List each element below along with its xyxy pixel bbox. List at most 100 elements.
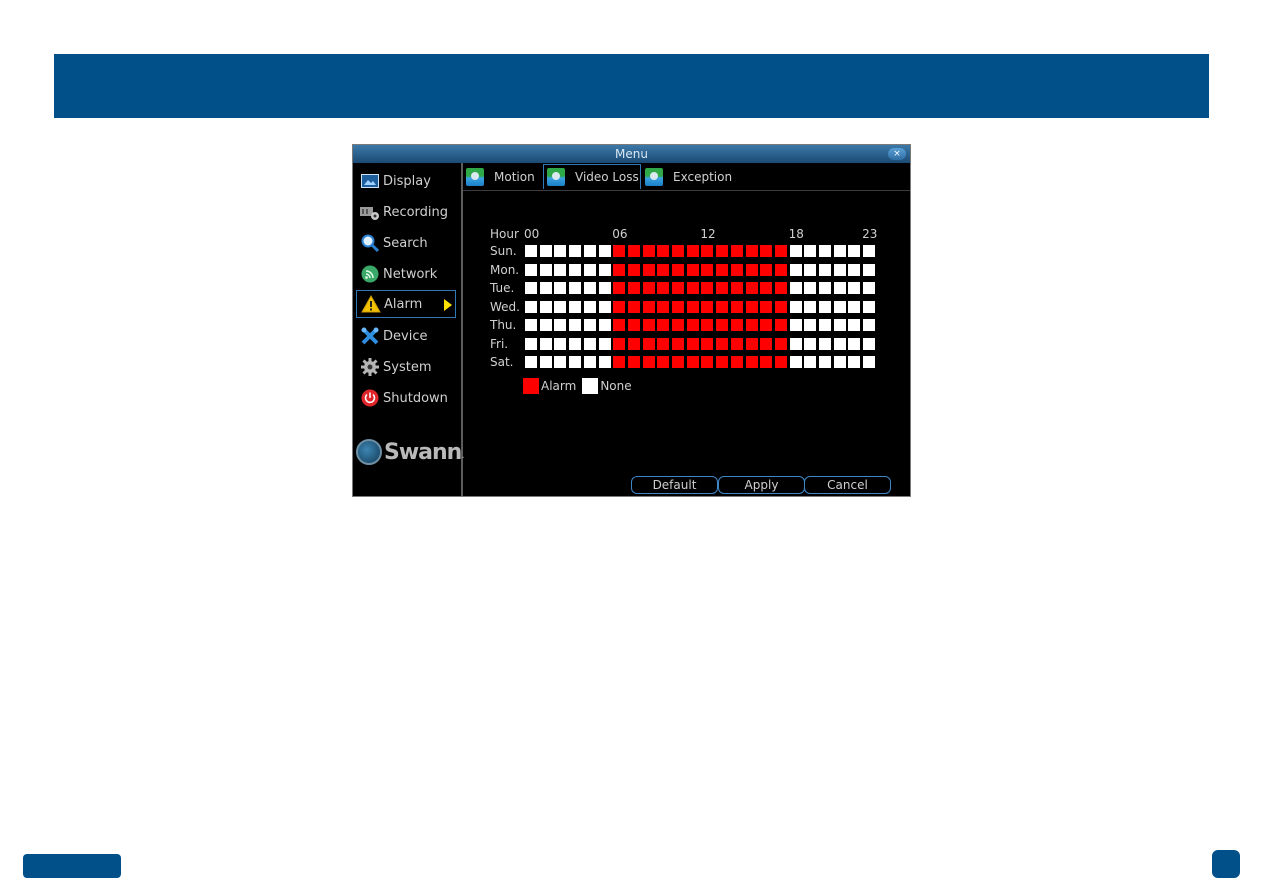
- sidebar-item-search[interactable]: Search: [356, 229, 456, 257]
- schedule-cell-alarm[interactable]: [716, 263, 729, 276]
- schedule-cell-none[interactable]: [804, 245, 817, 257]
- schedule-cell-alarm[interactable]: [642, 337, 655, 350]
- schedule-cell-none[interactable]: [554, 245, 567, 257]
- schedule-cell-none[interactable]: [539, 337, 552, 350]
- schedule-cell-alarm[interactable]: [701, 300, 714, 313]
- schedule-cell-none[interactable]: [539, 356, 552, 368]
- schedule-cell-alarm[interactable]: [730, 263, 743, 276]
- schedule-cell-none[interactable]: [833, 337, 846, 350]
- schedule-cell-none[interactable]: [598, 356, 611, 368]
- schedule-cell-none[interactable]: [848, 337, 861, 350]
- schedule-cell-none[interactable]: [833, 356, 846, 368]
- schedule-cell-alarm[interactable]: [627, 319, 640, 331]
- schedule-cell-alarm[interactable]: [701, 337, 714, 350]
- schedule-cell-none[interactable]: [598, 263, 611, 276]
- schedule-cell-alarm[interactable]: [774, 319, 787, 331]
- schedule-cell-none[interactable]: [819, 245, 831, 257]
- schedule-cell-alarm[interactable]: [716, 319, 729, 331]
- schedule-cell-alarm[interactable]: [716, 356, 729, 368]
- schedule-cell-alarm[interactable]: [657, 263, 670, 276]
- schedule-cell-none[interactable]: [569, 282, 582, 294]
- cancel-button[interactable]: Cancel: [804, 476, 891, 494]
- sidebar-item-system[interactable]: System: [356, 353, 456, 381]
- schedule-cell-alarm[interactable]: [657, 319, 670, 331]
- schedule-cell-none[interactable]: [583, 356, 596, 368]
- sidebar-item-network[interactable]: Network: [356, 260, 456, 288]
- schedule-cell-alarm[interactable]: [760, 356, 773, 368]
- schedule-cell-alarm[interactable]: [686, 263, 699, 276]
- schedule-cell-none[interactable]: [863, 337, 876, 350]
- schedule-cell-none[interactable]: [833, 263, 846, 276]
- schedule-cell-none[interactable]: [848, 319, 861, 331]
- schedule-cell-none[interactable]: [833, 300, 846, 313]
- schedule-cell-none[interactable]: [583, 263, 596, 276]
- schedule-cell-alarm[interactable]: [716, 300, 729, 313]
- schedule-cell-alarm[interactable]: [642, 245, 655, 257]
- schedule-cell-alarm[interactable]: [657, 356, 670, 368]
- schedule-cell-none[interactable]: [804, 319, 817, 331]
- schedule-cell-alarm[interactable]: [642, 356, 655, 368]
- schedule-cell-alarm[interactable]: [627, 300, 640, 313]
- sidebar-item-display[interactable]: Display: [356, 167, 456, 195]
- schedule-cell-none[interactable]: [598, 319, 611, 331]
- close-button[interactable]: ×: [888, 148, 906, 160]
- schedule-cell-alarm[interactable]: [745, 319, 758, 331]
- schedule-cell-none[interactable]: [848, 263, 861, 276]
- schedule-cell-none[interactable]: [804, 300, 817, 313]
- sidebar-item-shutdown[interactable]: Shutdown: [356, 384, 456, 412]
- schedule-cell-alarm[interactable]: [613, 300, 626, 313]
- schedule-cell-alarm[interactable]: [745, 337, 758, 350]
- schedule-cell-none[interactable]: [525, 263, 537, 276]
- schedule-cell-none[interactable]: [583, 245, 596, 257]
- schedule-cell-alarm[interactable]: [760, 319, 773, 331]
- schedule-cell-none[interactable]: [554, 263, 567, 276]
- schedule-cell-none[interactable]: [539, 319, 552, 331]
- schedule-cell-none[interactable]: [848, 282, 861, 294]
- schedule-cell-none[interactable]: [819, 282, 831, 294]
- schedule-cell-none[interactable]: [863, 282, 876, 294]
- schedule-cell-none[interactable]: [848, 245, 861, 257]
- schedule-cell-none[interactable]: [819, 337, 831, 350]
- schedule-cell-none[interactable]: [554, 356, 567, 368]
- schedule-cell-none[interactable]: [525, 245, 537, 257]
- schedule-cell-alarm[interactable]: [716, 245, 729, 257]
- schedule-cell-alarm[interactable]: [642, 300, 655, 313]
- schedule-cell-alarm[interactable]: [701, 245, 714, 257]
- schedule-cell-alarm[interactable]: [686, 282, 699, 294]
- schedule-cell-alarm[interactable]: [745, 356, 758, 368]
- schedule-cell-none[interactable]: [819, 263, 831, 276]
- schedule-cell-none[interactable]: [804, 356, 817, 368]
- schedule-cell-none[interactable]: [569, 300, 582, 313]
- schedule-cell-alarm[interactable]: [774, 356, 787, 368]
- schedule-cell-alarm[interactable]: [657, 282, 670, 294]
- schedule-cell-alarm[interactable]: [774, 282, 787, 294]
- schedule-cell-none[interactable]: [598, 300, 611, 313]
- schedule-cell-alarm[interactable]: [642, 263, 655, 276]
- schedule-cell-alarm[interactable]: [716, 282, 729, 294]
- schedule-cell-alarm[interactable]: [774, 263, 787, 276]
- schedule-cell-none[interactable]: [569, 356, 582, 368]
- schedule-cell-none[interactable]: [819, 300, 831, 313]
- schedule-cell-alarm[interactable]: [745, 263, 758, 276]
- sidebar-item-device[interactable]: Device: [356, 322, 456, 350]
- schedule-cell-alarm[interactable]: [716, 337, 729, 350]
- schedule-cell-alarm[interactable]: [672, 300, 684, 313]
- schedule-cell-alarm[interactable]: [730, 356, 743, 368]
- default-button[interactable]: Default: [631, 476, 718, 494]
- schedule-cell-none[interactable]: [525, 337, 537, 350]
- schedule-cell-alarm[interactable]: [672, 282, 684, 294]
- schedule-cell-alarm[interactable]: [672, 245, 684, 257]
- schedule-cell-alarm[interactable]: [672, 337, 684, 350]
- sidebar-item-alarm[interactable]: Alarm: [356, 290, 456, 318]
- schedule-cell-none[interactable]: [789, 337, 802, 350]
- schedule-cell-alarm[interactable]: [745, 300, 758, 313]
- schedule-cell-none[interactable]: [569, 319, 582, 331]
- schedule-cell-alarm[interactable]: [627, 282, 640, 294]
- schedule-cell-alarm[interactable]: [760, 263, 773, 276]
- schedule-cell-alarm[interactable]: [642, 282, 655, 294]
- schedule-cell-alarm[interactable]: [657, 245, 670, 257]
- schedule-cell-alarm[interactable]: [613, 356, 626, 368]
- apply-button[interactable]: Apply: [718, 476, 805, 494]
- schedule-cell-none[interactable]: [804, 337, 817, 350]
- schedule-cell-alarm[interactable]: [745, 245, 758, 257]
